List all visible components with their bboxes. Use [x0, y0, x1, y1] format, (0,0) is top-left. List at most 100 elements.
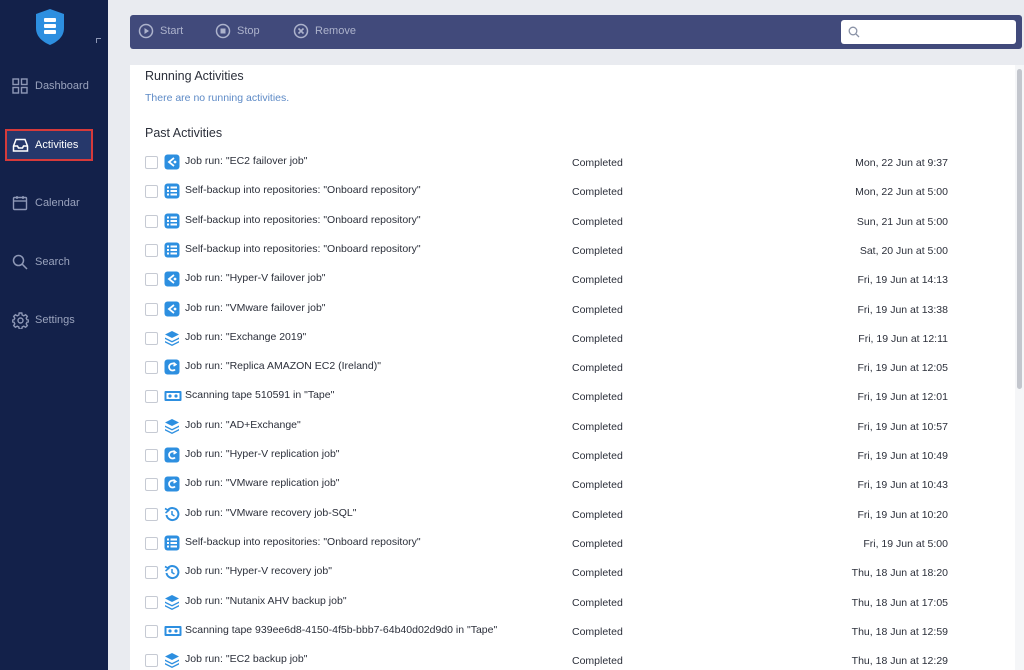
row-checkbox[interactable]	[145, 537, 158, 550]
activity-time: Fri, 19 Jun at 14:13	[857, 274, 948, 286]
search-icon	[11, 253, 29, 271]
activity-name: Scanning tape 510591 in "Tape"	[185, 389, 335, 401]
activity-row[interactable]: Job run: "EC2 failover job" Completed Mon,…	[145, 153, 950, 173]
row-checkbox[interactable]	[145, 625, 158, 638]
backup-stack-icon	[164, 330, 180, 346]
sidebar-item-label: Search	[35, 256, 70, 268]
recovery-icon	[164, 564, 180, 580]
activity-row[interactable]: Job run: "Nutanix AHV backup job" Complet…	[145, 593, 950, 613]
sidebar-item-search[interactable]: Search	[5, 246, 93, 278]
remove-button[interactable]: Remove	[293, 23, 356, 39]
activity-row[interactable]: Job run: "VMware replication job" Complet…	[145, 475, 950, 495]
activity-name: Job run: "VMware replication job"	[185, 477, 340, 489]
row-checkbox[interactable]	[145, 566, 158, 579]
app-logo-icon[interactable]	[35, 8, 65, 46]
activity-time: Fri, 19 Jun at 10:43	[857, 479, 948, 491]
row-checkbox[interactable]	[145, 654, 158, 667]
activity-status: Completed	[572, 597, 623, 609]
activity-status: Completed	[572, 509, 623, 521]
collapse-corner-icon[interactable]	[96, 38, 101, 43]
activity-row[interactable]: Job run: "VMware recovery job-SQL" Comple…	[145, 505, 950, 525]
row-checkbox[interactable]	[145, 361, 158, 374]
activity-row[interactable]: Job run: "VMware failover job" Completed F…	[145, 300, 950, 320]
activity-name: Job run: "Exchange 2019"	[185, 331, 307, 343]
replication-icon	[164, 447, 180, 463]
activity-name: Self-backup into repositories: "Onboard …	[185, 536, 421, 548]
scrollbar-thumb[interactable]	[1017, 69, 1022, 389]
row-checkbox[interactable]	[145, 185, 158, 198]
sidebar-item-label: Dashboard	[35, 80, 89, 92]
row-checkbox[interactable]	[145, 390, 158, 403]
row-checkbox[interactable]	[145, 273, 158, 286]
row-checkbox[interactable]	[145, 508, 158, 521]
self-backup-icon	[164, 213, 180, 229]
activity-row[interactable]: Self-backup into repositories: "Onboard …	[145, 182, 950, 202]
self-backup-icon	[164, 183, 180, 199]
row-checkbox[interactable]	[145, 332, 158, 345]
activity-row[interactable]: Job run: "Hyper-V failover job" Completed…	[145, 270, 950, 290]
activity-name: Self-backup into repositories: "Onboard …	[185, 184, 421, 196]
activity-row[interactable]: Job run: "Hyper-V recovery job" Completed…	[145, 563, 950, 583]
activity-name: Self-backup into repositories: "Onboard …	[185, 214, 421, 226]
activity-name: Scanning tape 939ee6d8-4150-4f5b-bbb7-64…	[185, 624, 498, 636]
sidebar-item-calendar[interactable]: Calendar	[5, 187, 93, 219]
activity-name: Job run: "EC2 backup job"	[185, 653, 308, 665]
activity-time: Mon, 22 Jun at 5:00	[855, 186, 948, 198]
activity-time: Thu, 18 Jun at 12:29	[851, 655, 948, 667]
activity-time: Sat, 20 Jun at 5:00	[859, 245, 948, 257]
activity-row[interactable]: Scanning tape 510591 in "Tape" Completed F…	[145, 387, 950, 407]
row-checkbox[interactable]	[145, 478, 158, 491]
activity-status: Completed	[572, 450, 623, 462]
activity-status: Completed	[572, 567, 623, 579]
tape-icon	[164, 388, 182, 404]
activity-status: Completed	[572, 362, 623, 374]
sidebar-item-dashboard[interactable]: Dashboard	[5, 70, 93, 102]
activity-status: Completed	[572, 157, 623, 169]
toolbar: Start Stop Remove	[130, 15, 1022, 49]
activity-row[interactable]: Self-backup into repositories: "Onboard …	[145, 241, 950, 261]
activity-status: Completed	[572, 216, 623, 228]
activity-row[interactable]: Scanning tape 939ee6d8-4150-4f5b-bbb7-64…	[145, 622, 950, 642]
activity-status: Completed	[572, 479, 623, 491]
activity-time: Thu, 18 Jun at 12:59	[851, 626, 948, 638]
activity-time: Fri, 19 Jun at 5:00	[863, 538, 948, 550]
activity-time: Fri, 19 Jun at 12:11	[858, 333, 948, 345]
gear-icon	[11, 311, 29, 329]
sidebar-item-label: Activities	[35, 139, 79, 151]
activity-row[interactable]: Self-backup into repositories: "Onboard …	[145, 534, 950, 554]
search-icon	[848, 26, 860, 38]
activity-row[interactable]: Job run: "AD+Exchange" Completed Fri, 19 J…	[145, 417, 950, 437]
activity-name: Job run: "Nutanix AHV backup job"	[185, 595, 347, 607]
search-input[interactable]	[841, 20, 1016, 44]
sidebar-item-settings[interactable]: Settings	[5, 304, 93, 336]
activity-row[interactable]: Job run: "Hyper-V replication job" Comple…	[145, 446, 950, 466]
grid-icon	[11, 77, 29, 95]
activity-row[interactable]: Self-backup into repositories: "Onboard …	[145, 212, 950, 232]
sidebar-item-activities[interactable]: Activities	[5, 129, 93, 161]
no-running-activities-text: There are no running activities.	[145, 92, 290, 104]
activity-time: Fri, 19 Jun at 12:05	[857, 362, 948, 374]
row-checkbox[interactable]	[145, 156, 158, 169]
activity-status: Completed	[572, 274, 623, 286]
activity-time: Thu, 18 Jun at 17:05	[851, 597, 948, 609]
row-checkbox[interactable]	[145, 215, 158, 228]
stop-button[interactable]: Stop	[215, 23, 260, 39]
row-checkbox[interactable]	[145, 449, 158, 462]
row-checkbox[interactable]	[145, 303, 158, 316]
activity-row[interactable]: Job run: "Exchange 2019" Completed Fri, 19…	[145, 329, 950, 349]
row-checkbox[interactable]	[145, 420, 158, 433]
row-checkbox[interactable]	[145, 244, 158, 257]
activity-row[interactable]: Job run: "Replica AMAZON EC2 (Ireland)" C…	[145, 358, 950, 378]
sidebar: Dashboard Activities Calendar Search Set…	[0, 0, 108, 670]
sidebar-item-label: Settings	[35, 314, 75, 326]
row-checkbox[interactable]	[145, 596, 158, 609]
activity-status: Completed	[572, 391, 623, 403]
activity-row[interactable]: Job run: "EC2 backup job" Completed Thu, 1…	[145, 651, 950, 670]
scrollbar[interactable]	[1015, 65, 1024, 670]
backup-stack-icon	[164, 594, 180, 610]
backup-stack-icon	[164, 652, 180, 668]
activity-name: Job run: "VMware failover job"	[185, 302, 326, 314]
start-button[interactable]: Start	[138, 23, 183, 39]
activity-name: Job run: "Replica AMAZON EC2 (Ireland)"	[185, 360, 381, 372]
activity-status: Completed	[572, 245, 623, 257]
